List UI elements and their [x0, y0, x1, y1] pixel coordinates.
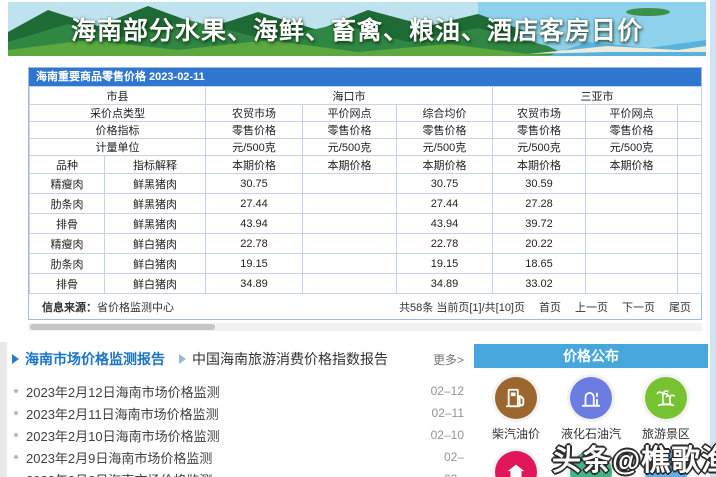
- table-row: 精瘦肉 鲜黑猪肉 30.75 30.75 30.59: [29, 173, 703, 194]
- explain-header: 指标解释: [104, 155, 206, 174]
- region-sanya: 三亚市: [492, 86, 703, 105]
- table-footer: 信息来源：省价格监测中心 共58条 当前页[1]/共[10]页 首页 上一页 下…: [29, 294, 701, 319]
- list-item[interactable]: 2023年2月11日海南市场价格监测 02–11: [12, 402, 464, 424]
- bullet-dot-icon: [14, 455, 18, 459]
- table-row: 精瘦肉 鲜白猪肉 22.78 22.78 20.22: [29, 233, 703, 254]
- list-item[interactable]: 2023年2月9日海南市场价格监测 02–: [12, 446, 464, 468]
- region-row-label: 市县: [29, 86, 206, 105]
- table-row: 排骨 鲜白猪肉 34.89 34.89 33.02: [29, 273, 703, 294]
- tab-tourism-price-index-report[interactable]: 中国海南旅游消费价格指数报告: [179, 349, 388, 369]
- table-title-bar: 海南重要商品零售价格 2023-02-11: [29, 68, 701, 86]
- board-item-lpg[interactable]: 液化石油汽: [555, 377, 627, 442]
- price-board-row-1: 柴汽油价 液化石油汽 旅游景区: [474, 377, 708, 442]
- price-table: 市县 海口市 三亚市 采价点类型 农贸市场 平价网点 综合均价 农贸市场 平价网…: [29, 86, 703, 294]
- price-table-panel: 海南重要商品零售价格 2023-02-11 市县 海口市 三亚市 采价点类型 农…: [28, 67, 703, 320]
- arrow-right-icon: [12, 354, 19, 364]
- price-index-cell: 零售价格: [492, 121, 587, 139]
- next-page-link[interactable]: 下一页: [622, 299, 655, 315]
- reports-tabbar: 海南市场价格监测报告 中国海南旅游消费价格指数报告 更多>: [12, 346, 464, 372]
- banner-title: 海南部分水果、海鲜、畜禽、粮油、酒店客房日价: [70, 17, 643, 45]
- board-item-housing[interactable]: [480, 451, 552, 477]
- horizontal-scrollbar[interactable]: [28, 323, 702, 331]
- unit-cell: 元/500克: [395, 138, 494, 156]
- list-item[interactable]: 2023年2月12日海南市场价格监测 02–12: [12, 380, 464, 402]
- table-row-column-header: 品种 指标解释 本期价格 本期价格 本期价格 本期价格 本期价格: [29, 155, 703, 174]
- first-page-link[interactable]: 首页: [539, 299, 561, 315]
- unit-cell: 元/500克: [585, 138, 679, 156]
- price-header: 本期价格: [492, 155, 587, 174]
- right-edge-strip: [710, 0, 716, 477]
- more-link[interactable]: 更多>: [433, 351, 464, 368]
- board-item-scenic[interactable]: 旅游景区: [630, 377, 702, 442]
- prev-page-link[interactable]: 上一页: [575, 299, 608, 315]
- table-row: 排骨 鲜黑猪肉 43.94 43.94 39.72: [29, 213, 703, 234]
- point-type-cell: 综合均价: [395, 104, 494, 122]
- price-index-cell: 零售价格: [395, 121, 494, 139]
- point-type-cell: 平价网点: [585, 104, 679, 122]
- table-row-unit: 计量单位 元/500克 元/500克 元/500克 元/500克 元/500克: [29, 138, 703, 156]
- unit-cell: 元/500克: [302, 138, 397, 156]
- price-header: 本期价格: [395, 155, 494, 174]
- bullet-dot-icon: [14, 433, 18, 437]
- page: 海南部分水果、海鲜、畜禽、粮油、酒店客房日价 海南重要商品零售价格 2023-0…: [0, 0, 716, 477]
- point-type-label: 采价点类型: [29, 104, 206, 122]
- unit-cell: 元/500克: [492, 138, 587, 156]
- info-source: 信息来源：省价格监测中心: [42, 299, 174, 315]
- pagination: 共58条 当前页[1]/共[10]页 首页 上一页 下一页 尾页: [399, 299, 691, 315]
- bullet-dot-icon: [14, 389, 18, 393]
- gas-tank-icon: [570, 377, 612, 419]
- report-list: 2023年2月12日海南市场价格监测 02–12 2023年2月11日海南市场价…: [12, 380, 464, 477]
- table-row-price-index: 价格指标 零售价格 零售价格 零售价格 零售价格 零售价格: [29, 121, 703, 139]
- table-row-point-type: 采价点类型 农贸市场 平价网点 综合均价 农贸市场 平价网点: [29, 104, 703, 122]
- palm-trees-icon: [645, 377, 687, 419]
- price-index-cell: 零售价格: [585, 121, 679, 139]
- info-source-value: 省价格监测中心: [97, 301, 174, 314]
- table-row: 肋条肉 鲜白猪肉 19.15 19.15 18.65: [29, 253, 703, 274]
- price-header: 本期价格: [205, 155, 303, 174]
- reports-panel: 海南市场价格监测报告 中国海南旅游消费价格指数报告 更多> 2023年2月12日…: [12, 346, 464, 477]
- price-index-cell: 零售价格: [302, 121, 397, 139]
- price-header: 本期价格: [302, 155, 397, 174]
- board-item-fuel[interactable]: 柴汽油价: [480, 377, 552, 442]
- arrow-right-icon: [179, 354, 186, 364]
- unit-label: 计量单位: [29, 138, 206, 156]
- price-board-header: 价格公布: [474, 344, 708, 368]
- list-item[interactable]: 2023年2月10日海南市场价格监测 02–10: [12, 424, 464, 446]
- point-type-cell: 农贸市场: [492, 104, 587, 122]
- variety-header: 品种: [29, 155, 105, 174]
- region-haikou: 海口市: [204, 86, 494, 105]
- pagination-summary: 共58条 当前页[1]/共[10]页: [399, 301, 525, 314]
- table-row-region: 市县 海口市 三亚市: [29, 86, 703, 105]
- watermark: 头条@樵歌渔唱: [552, 445, 716, 477]
- horizontal-scrollbar-thumb[interactable]: [30, 324, 215, 330]
- banner: 海南部分水果、海鲜、畜禽、粮油、酒店客房日价: [8, 2, 706, 56]
- last-page-link[interactable]: 尾页: [669, 299, 691, 315]
- house-icon: [495, 451, 537, 477]
- tab-market-price-report[interactable]: 海南市场价格监测报告: [12, 349, 165, 369]
- price-header: 本期价格: [585, 155, 679, 174]
- info-source-label: 信息来源：: [42, 301, 97, 314]
- point-type-cell: 农贸市场: [205, 104, 303, 122]
- price-index-label: 价格指标: [29, 121, 206, 139]
- vertical-scrollbar[interactable]: [0, 342, 7, 477]
- fuel-pump-icon: [495, 377, 537, 419]
- list-item[interactable]: 2023年2月8日海南市场价格监测 02–: [12, 468, 464, 477]
- point-type-cell: 平价网点: [302, 104, 397, 122]
- bullet-dot-icon: [14, 411, 18, 415]
- unit-cell: 元/500克: [205, 138, 303, 156]
- price-index-cell: 零售价格: [205, 121, 303, 139]
- table-row: 肋条肉 鲜黑猪肉 27.44 27.44 27.28: [29, 193, 703, 214]
